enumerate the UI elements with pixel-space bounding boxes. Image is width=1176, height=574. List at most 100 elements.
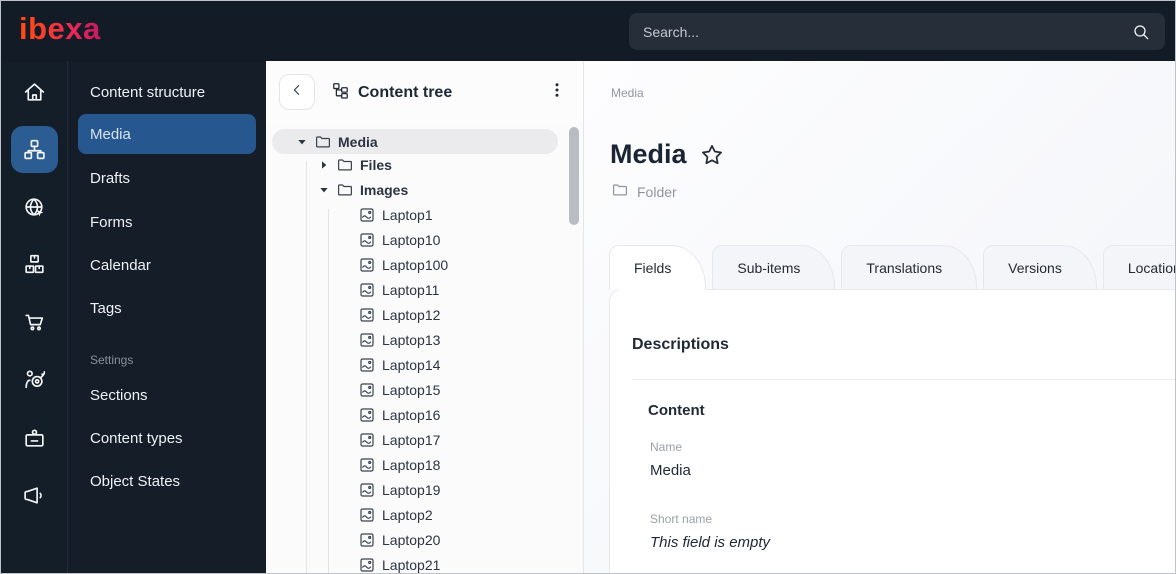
tree-node-laptop13[interactable]: Laptop13 bbox=[272, 327, 558, 352]
tree-node-laptop11[interactable]: Laptop11 bbox=[272, 277, 558, 302]
tree-node-laptop14[interactable]: Laptop14 bbox=[272, 352, 558, 377]
search-input[interactable] bbox=[643, 23, 1131, 40]
main-content: Media Media Folder Fields Sub-items Transl… bbox=[584, 61, 1175, 573]
content-tree: Media Files Images Laptop1 Laptop10 Laptop100… bbox=[266, 123, 583, 573]
tree-node-laptop100[interactable]: Laptop100 bbox=[272, 252, 558, 277]
tab-label: Fields bbox=[634, 260, 672, 276]
rail-item-campaigns[interactable] bbox=[11, 472, 58, 519]
tree-node-label: Laptop18 bbox=[382, 456, 441, 473]
tree-scrollbar[interactable] bbox=[569, 127, 579, 225]
sidebar-item-label: Object States bbox=[90, 472, 181, 490]
rail-item-site[interactable] bbox=[11, 184, 58, 231]
sidebar-item-sections[interactable]: Sections bbox=[78, 375, 256, 415]
sidebar-item-label: Forms bbox=[90, 213, 133, 231]
tree-node-images[interactable]: Images bbox=[272, 177, 558, 202]
caret-right-icon[interactable] bbox=[316, 157, 332, 173]
tab-label: Sub-items bbox=[737, 259, 801, 276]
folder-icon bbox=[611, 181, 629, 202]
sidebar-item-content-structure[interactable]: Content structure bbox=[78, 72, 256, 112]
sidebar-item-label: Content types bbox=[90, 429, 183, 447]
bookmark-star-icon[interactable] bbox=[699, 142, 725, 168]
tab-fields[interactable]: Fields bbox=[609, 245, 707, 290]
sidebar-item-content-types[interactable]: Content types bbox=[78, 418, 256, 458]
tree-node-laptop16[interactable]: Laptop16 bbox=[272, 402, 558, 427]
chevron-left-icon bbox=[289, 82, 305, 103]
tree-node-label: Laptop2 bbox=[382, 506, 433, 523]
folder-icon bbox=[314, 133, 332, 151]
tree-node-laptop1[interactable]: Laptop1 bbox=[272, 202, 558, 227]
rail-item-personalization[interactable] bbox=[11, 356, 58, 403]
tree-node-laptop10[interactable]: Laptop10 bbox=[272, 227, 558, 252]
tree-node-media[interactable]: Media bbox=[272, 129, 558, 154]
tree-node-laptop18[interactable]: Laptop18 bbox=[272, 452, 558, 477]
image-icon bbox=[358, 381, 376, 399]
image-icon bbox=[358, 231, 376, 249]
tab-label: Locations bbox=[1127, 259, 1175, 276]
collapse-tree-button[interactable] bbox=[279, 74, 315, 110]
tree-node-label: Laptop100 bbox=[382, 256, 449, 273]
sidebar-item-forms[interactable]: Forms bbox=[78, 202, 256, 242]
tree-node-label: Laptop17 bbox=[382, 431, 441, 448]
kebab-icon bbox=[548, 81, 566, 104]
image-icon bbox=[358, 306, 376, 324]
tree-node-laptop12[interactable]: Laptop12 bbox=[272, 302, 558, 327]
sidebar-item-drafts[interactable]: Drafts bbox=[78, 158, 256, 198]
tree-node-laptop20[interactable]: Laptop20 bbox=[272, 527, 558, 552]
tree-node-label: Laptop16 bbox=[382, 406, 441, 423]
tab-translations[interactable]: Translations bbox=[841, 245, 978, 289]
ibexa-logo[interactable]: ibexa bbox=[19, 11, 101, 47]
megaphone-icon bbox=[22, 483, 47, 508]
app-window: ibexa Content structure Media Drafts Forms C… bbox=[0, 0, 1176, 574]
badge-icon bbox=[22, 426, 47, 451]
tree-node-label: Laptop19 bbox=[382, 481, 441, 498]
sidebar-item-label: Calendar bbox=[90, 256, 151, 274]
tab-versions[interactable]: Versions bbox=[983, 245, 1097, 289]
caret-down-icon[interactable] bbox=[294, 134, 310, 150]
sidebar-item-calendar[interactable]: Calendar bbox=[78, 245, 256, 285]
tab-locations[interactable]: Locations bbox=[1102, 245, 1175, 289]
tree-node-files[interactable]: Files bbox=[272, 152, 558, 177]
content-type-row: Folder bbox=[611, 181, 677, 202]
rail-item-dashboard[interactable] bbox=[11, 69, 58, 116]
field-empty-value: This field is empty bbox=[650, 534, 771, 551]
tree-node-label: Laptop14 bbox=[382, 356, 441, 373]
sidebar-item-object-states[interactable]: Object States bbox=[78, 461, 256, 501]
global-search[interactable] bbox=[629, 13, 1165, 50]
field-value: Media bbox=[650, 462, 691, 479]
image-icon bbox=[358, 256, 376, 274]
search-icon[interactable] bbox=[1131, 22, 1151, 42]
globe-cursor-icon bbox=[22, 195, 47, 220]
tree-node-laptop17[interactable]: Laptop17 bbox=[272, 427, 558, 452]
content-tree-title: Content tree bbox=[358, 84, 453, 101]
image-icon bbox=[358, 481, 376, 499]
tree-node-label: Laptop12 bbox=[382, 306, 441, 323]
rail-item-corporate[interactable] bbox=[11, 415, 58, 462]
tab-label: Translations bbox=[866, 259, 943, 276]
tab-sub-items[interactable]: Sub-items bbox=[712, 245, 836, 289]
tree-node-laptop19[interactable]: Laptop19 bbox=[272, 477, 558, 502]
sidebar-item-label: Content structure bbox=[90, 83, 206, 101]
tree-node-label: Laptop15 bbox=[382, 381, 441, 398]
rail-item-product-catalog[interactable] bbox=[11, 241, 58, 288]
rail-item-content[interactable] bbox=[11, 126, 58, 173]
caret-down-icon[interactable] bbox=[316, 182, 332, 198]
tree-node-laptop2[interactable]: Laptop2 bbox=[272, 502, 558, 527]
image-icon bbox=[358, 406, 376, 424]
sidebar-item-media[interactable]: Media bbox=[78, 114, 256, 154]
cart-icon bbox=[22, 309, 47, 334]
descriptions-heading: Descriptions bbox=[632, 336, 729, 353]
sidebar-item-tags[interactable]: Tags bbox=[78, 288, 256, 328]
sitemap-icon bbox=[22, 137, 47, 162]
breadcrumb[interactable]: Media bbox=[611, 86, 644, 100]
tree-node-label: Laptop11 bbox=[382, 281, 440, 298]
tab-label: Versions bbox=[1008, 259, 1062, 276]
tree-node-laptop21[interactable]: Laptop21 bbox=[272, 552, 558, 573]
sidebar-item-label: Drafts bbox=[90, 169, 131, 187]
icon-rail bbox=[1, 61, 68, 573]
rail-item-commerce[interactable] bbox=[11, 298, 58, 345]
tree-node-label: Files bbox=[360, 156, 392, 173]
tree-node-laptop15[interactable]: Laptop15 bbox=[272, 377, 558, 402]
image-icon bbox=[358, 281, 376, 299]
fields-panel: Descriptions Content Name Media Short name… bbox=[609, 289, 1175, 573]
tree-options-menu-button[interactable] bbox=[547, 81, 567, 103]
